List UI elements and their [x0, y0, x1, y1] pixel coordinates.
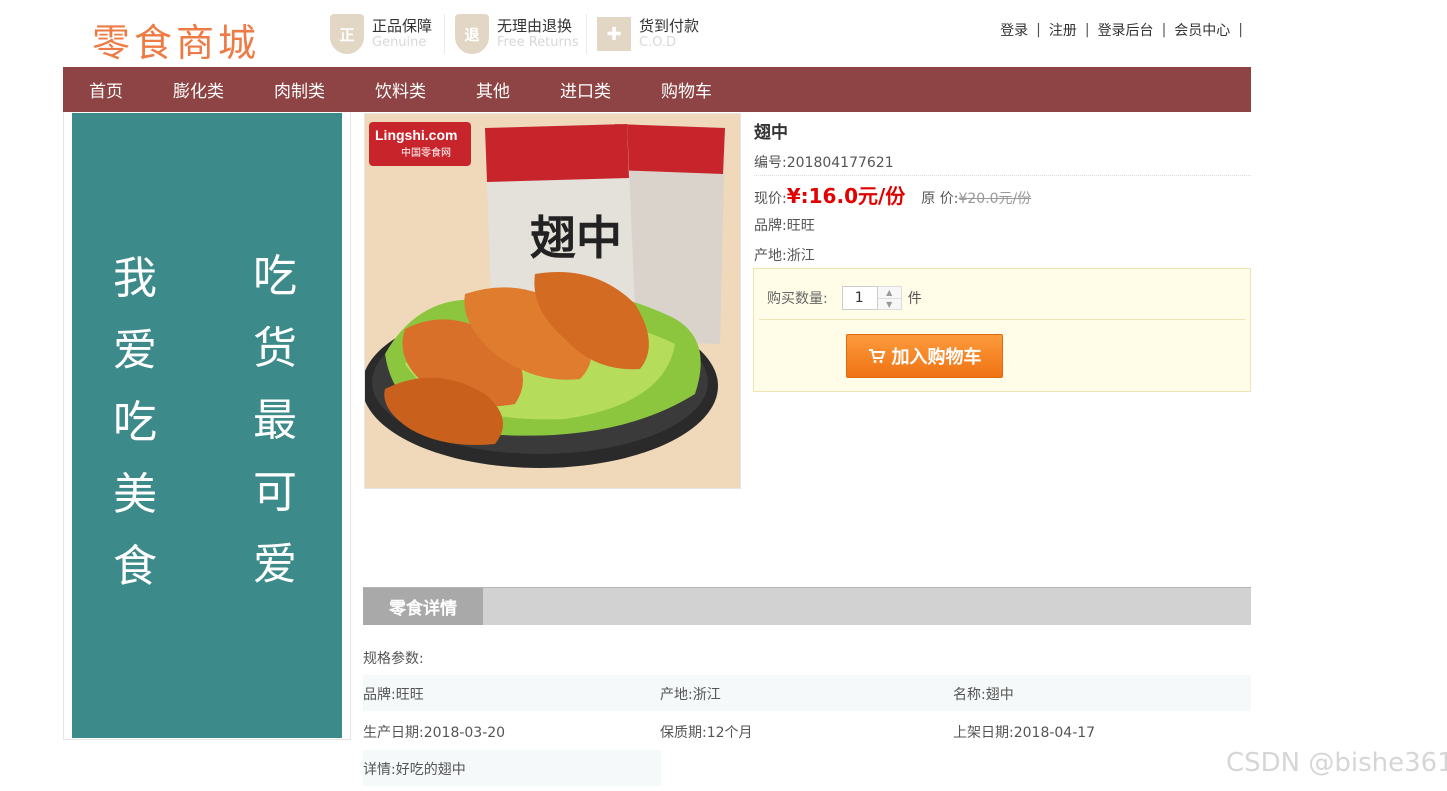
product-brand: 品牌:旺旺 [754, 218, 815, 234]
spec-name: 名称:翅中 [953, 687, 1014, 703]
info-divider [754, 175, 1251, 176]
banner-text-right: 吃货最可爱 [253, 251, 297, 590]
price-now: ¥:16.0元/份 [786, 184, 906, 208]
quantity-label: 购买数量: [767, 291, 828, 307]
genuine-shield-icon: 正 [330, 14, 364, 54]
product-code: 编号:201804177621 [754, 155, 894, 171]
nav-other[interactable]: 其他 [476, 77, 510, 102]
add-to-cart-label: 加入购物车 [891, 347, 982, 368]
add-to-cart-button[interactable]: 加入购物车 [846, 334, 1003, 378]
nav-drinks[interactable]: 饮料类 [375, 77, 426, 102]
price-now-label: 现价: [754, 191, 787, 207]
spec-listing-date: 上架日期:2018-04-17 [953, 725, 1096, 741]
spec-shelf-life: 保质期:12个月 [660, 725, 753, 741]
price-old-label: 原 价: [921, 191, 959, 207]
tab-snack-details[interactable]: 零食详情 [363, 588, 483, 625]
link-separator: | [1238, 22, 1243, 38]
nav-home[interactable]: 首页 [89, 77, 123, 102]
spec-brand: 品牌:旺旺 [363, 687, 424, 703]
nav-puffed[interactable]: 膨化类 [173, 77, 224, 102]
main-nav: 首页 膨化类 肉制类 饮料类 其他 进口类 购物车 [63, 67, 1251, 112]
price-old: ¥20.0元/份 [958, 191, 1032, 207]
badge-divider [586, 14, 587, 54]
genuine-badge-subtitle: Genuine [372, 35, 427, 50]
product-origin: 产地:浙江 [754, 248, 815, 264]
spec-row: 详情:好吃的翅中 [363, 750, 661, 786]
cart-icon [868, 349, 885, 363]
nav-cart[interactable]: 购物车 [661, 77, 712, 102]
link-separator: | [1161, 22, 1167, 38]
image-brand-sub: 中国零食网 [401, 146, 451, 159]
link-separator: | [1036, 22, 1041, 38]
stepper-down-icon[interactable]: ▼ [877, 298, 901, 310]
side-banner: 我爱吃美食 吃货最可爱 [72, 113, 342, 738]
site-logo[interactable]: 零食商城 [92, 12, 260, 67]
genuine-badge: 正 正品保障 Genuine [330, 12, 432, 56]
price-row: 现价: ¥:16.0元/份 原 价: ¥20.0元/份 [754, 180, 1031, 209]
cod-badge-title: 货到付款 [639, 17, 700, 35]
image-pack-text: 翅中 [530, 211, 622, 265]
top-links: 登录 | 注册 | 登录后台 | 会员中心 | [1000, 20, 1251, 40]
returns-badge-subtitle: Free Returns [497, 35, 579, 50]
spec-description: 详情:好吃的翅中 [363, 762, 466, 778]
nav-imported[interactable]: 进口类 [560, 77, 611, 102]
watermark: CSDN @bishe361 [1226, 748, 1447, 778]
quantity-stepper[interactable]: ▲ ▼ [877, 286, 902, 310]
spec-production-date: 生产日期:2018-03-20 [363, 725, 506, 741]
details-tab-bar: 零食详情 [363, 587, 1251, 625]
spec-row: 生产日期:2018-03-20 保质期:12个月 上架日期:2018-04-17 [363, 713, 1251, 749]
image-brand-label: Lingshi.com [375, 127, 457, 143]
buy-box: 购买数量: 1 ▲ ▼ 件 加入购物车 [753, 268, 1251, 392]
product-image[interactable]: Lingshi.com 中国零食网 翅中 [364, 113, 741, 489]
spec-title: 规格参数: [363, 651, 424, 667]
stepper-up-icon[interactable]: ▲ [878, 287, 901, 298]
link-separator: | [1084, 22, 1090, 38]
cod-badge: ✚ 货到付款 C.O.D [597, 12, 699, 56]
badge-divider [444, 14, 445, 54]
returns-shield-icon: 退 [455, 14, 489, 54]
returns-badge: 退 无理由退换 Free Returns [455, 12, 579, 56]
product-name: 翅中 [754, 123, 788, 143]
admin-login-link[interactable]: 登录后台 [1098, 20, 1154, 40]
buy-box-divider [759, 319, 1245, 320]
login-link[interactable]: 登录 [1000, 20, 1028, 40]
quantity-input[interactable]: 1 [841, 286, 878, 310]
product-photo: Lingshi.com 中国零食网 翅中 [365, 114, 740, 488]
quantity-row: 购买数量: 1 ▲ ▼ 件 [767, 286, 922, 310]
member-center-link[interactable]: 会员中心 [1174, 20, 1230, 40]
returns-badge-title: 无理由退换 [497, 17, 573, 35]
register-link[interactable]: 注册 [1049, 20, 1077, 40]
gift-box-icon: ✚ [597, 17, 631, 51]
spec-row: 品牌:旺旺 产地:浙江 名称:翅中 [363, 675, 1251, 711]
genuine-badge-title: 正品保障 [372, 17, 433, 35]
quantity-unit: 件 [907, 291, 922, 307]
nav-meat[interactable]: 肉制类 [274, 77, 325, 102]
banner-text-left: 我爱吃美食 [113, 253, 157, 592]
spec-origin: 产地:浙江 [660, 687, 721, 703]
cod-badge-subtitle: C.O.D [639, 35, 677, 50]
